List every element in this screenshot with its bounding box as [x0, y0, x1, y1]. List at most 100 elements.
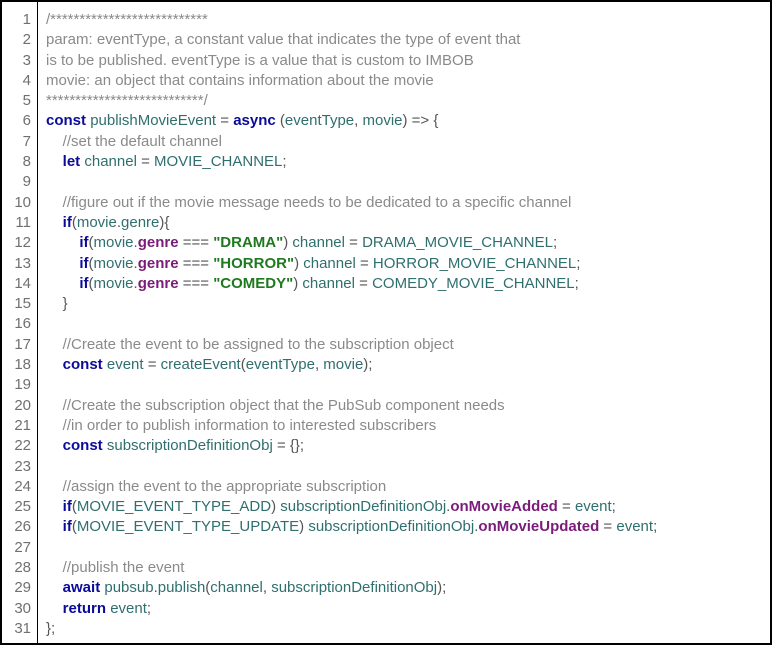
- token-ident: genre: [121, 214, 159, 231]
- code-line: //in order to publish information to int…: [46, 416, 764, 436]
- token-ident: movie: [94, 234, 134, 251]
- token-ident: HORROR_MOVIE_CHANNEL: [373, 255, 576, 272]
- code-listing-frame: 1234567891011121314151617181920212223242…: [0, 0, 772, 645]
- token-ident: channel: [292, 234, 345, 251]
- code-line: let channel = MOVIE_CHANNEL;: [46, 152, 764, 172]
- code-line: if(movie.genre === "DRAMA") channel = DR…: [46, 233, 764, 253]
- token-keyword: const: [63, 356, 103, 373]
- token-punct: ;: [147, 600, 151, 617]
- token-ident: event: [616, 518, 653, 535]
- token-punct: =: [562, 498, 571, 515]
- token-string: "HORROR": [213, 255, 294, 272]
- token-ident: MOVIE_EVENT_TYPE_ADD: [77, 498, 271, 515]
- token-punct: ;: [368, 356, 372, 373]
- token-punct: ;: [282, 153, 286, 170]
- token-comment: //Create the event to be assigned to the…: [63, 336, 454, 353]
- token-default: [46, 133, 63, 150]
- line-number: 14: [2, 274, 37, 294]
- code-line: await pubsub.publish(channel, subscripti…: [46, 578, 764, 598]
- line-number: 2: [2, 30, 37, 50]
- code-area: /*************************** param: event…: [38, 2, 770, 643]
- token-ident: subscriptionDefinitionObj: [107, 437, 273, 454]
- token-default: [46, 600, 63, 617]
- token-prop: genre: [138, 275, 179, 292]
- code-line: if(movie.genre === "COMEDY") channel = C…: [46, 274, 764, 294]
- token-default: [46, 153, 63, 170]
- token-default: [46, 437, 63, 454]
- token-comment: /***************************: [46, 11, 208, 28]
- token-punct: =: [349, 234, 358, 251]
- code-line: return event;: [46, 599, 764, 619]
- code-line: //figure out if the movie message needs …: [46, 193, 764, 213]
- code-line: is to be published. eventType is a value…: [46, 51, 764, 71]
- token-ident: COMEDY_MOVIE_CHANNEL: [372, 275, 575, 292]
- token-ident: subscriptionDefinitionObj: [308, 518, 474, 535]
- token-prop: genre: [138, 234, 179, 251]
- token-keyword: return: [63, 600, 106, 617]
- line-number: 8: [2, 152, 37, 172]
- line-number: 12: [2, 233, 37, 253]
- token-keyword: if: [63, 498, 72, 515]
- token-default: [46, 255, 79, 272]
- line-number: 15: [2, 294, 37, 314]
- token-comment: param: eventType, a constant value that …: [46, 31, 520, 48]
- token-ident: MOVIE_EVENT_TYPE_UPDATE: [77, 518, 299, 535]
- token-ident: createEvent: [161, 356, 241, 373]
- token-punct: {: [433, 112, 438, 129]
- token-keyword: if: [79, 255, 88, 272]
- code-line: [46, 457, 764, 477]
- token-default: [46, 397, 63, 414]
- code-line: if(movie.genre){: [46, 213, 764, 233]
- token-keyword: if: [79, 234, 88, 251]
- token-default: [46, 579, 63, 596]
- token-ident: movie: [94, 255, 134, 272]
- code-line: //Create the event to be assigned to the…: [46, 335, 764, 355]
- token-punct: ;: [612, 498, 616, 515]
- line-number: 18: [2, 355, 37, 375]
- token-keyword: await: [63, 579, 101, 596]
- token-comment: //publish the event: [63, 559, 185, 576]
- line-number: 13: [2, 254, 37, 274]
- token-punct: =: [220, 112, 229, 129]
- line-number: 27: [2, 538, 37, 558]
- token-punct: ;: [300, 437, 304, 454]
- token-ident: eventType: [246, 356, 315, 373]
- token-ident: channel: [302, 275, 355, 292]
- line-number: 7: [2, 132, 37, 152]
- line-number: 21: [2, 416, 37, 436]
- code-line: };: [46, 619, 764, 639]
- token-ident: publish: [158, 579, 206, 596]
- code-line: //publish the event: [46, 558, 764, 578]
- code-line: const subscriptionDefinitionObj = {};: [46, 436, 764, 456]
- token-punct: =>: [412, 112, 430, 129]
- token-ident: movie: [77, 214, 117, 231]
- token-ident: channel: [84, 153, 137, 170]
- line-number: 5: [2, 91, 37, 111]
- code-line: param: eventType, a constant value that …: [46, 30, 764, 50]
- line-number: 26: [2, 517, 37, 537]
- token-keyword: if: [79, 275, 88, 292]
- line-number: 4: [2, 71, 37, 91]
- line-number: 24: [2, 477, 37, 497]
- line-number: 31: [2, 619, 37, 639]
- token-default: [46, 295, 63, 312]
- token-default: [46, 214, 63, 231]
- token-default: [46, 417, 63, 434]
- code-line: const publishMovieEvent = async (eventTy…: [46, 111, 764, 131]
- token-comment: movie: an object that contains informati…: [46, 72, 434, 89]
- token-punct: }: [63, 295, 68, 312]
- token-punct: ;: [553, 234, 557, 251]
- code-line: if(MOVIE_EVENT_TYPE_UPDATE) subscription…: [46, 517, 764, 537]
- token-comment: //Create the subscription object that th…: [63, 397, 505, 414]
- token-punct: =: [148, 356, 157, 373]
- line-number-gutter: 1234567891011121314151617181920212223242…: [2, 2, 38, 643]
- code-line: movie: an object that contains informati…: [46, 71, 764, 91]
- token-ident: movie: [94, 275, 134, 292]
- line-number: 17: [2, 335, 37, 355]
- token-ident: DRAMA_MOVIE_CHANNEL: [362, 234, 553, 251]
- code-line: if(movie.genre === "HORROR") channel = H…: [46, 254, 764, 274]
- token-prop: onMovieAdded: [450, 498, 558, 515]
- token-default: [46, 336, 63, 353]
- code-line: [46, 375, 764, 395]
- token-default: [46, 194, 63, 211]
